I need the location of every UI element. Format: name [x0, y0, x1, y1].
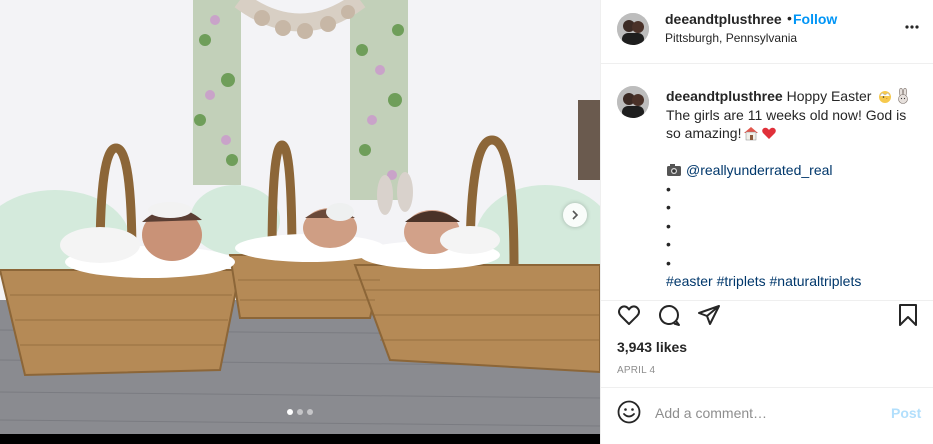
post-comment-button[interactable]: Post [891, 405, 921, 421]
comment-icon[interactable] [657, 303, 681, 327]
heart-like-icon[interactable] [617, 303, 641, 327]
house-icon [744, 127, 759, 141]
photo-bottom-edge [0, 434, 600, 444]
post-photo[interactable] [0, 0, 600, 434]
post-location[interactable]: Pittsburgh, Pennsylvania [665, 31, 797, 45]
carousel-dot [307, 409, 313, 415]
more-options-icon[interactable] [904, 23, 920, 31]
caption-line-1: Hoppy Easter [786, 88, 872, 104]
carousel-indicator [0, 409, 600, 415]
share-icon[interactable] [697, 303, 721, 327]
caption-line-3: so amazing! [666, 125, 742, 141]
caption-username[interactable]: deeandtplusthree [666, 88, 783, 104]
hashtag-link[interactable]: #easter [666, 273, 713, 289]
like-count[interactable]: 3,943 likes [617, 339, 687, 355]
caption-line-2: The girls are 11 weeks old now! God is [666, 106, 907, 123]
caption-bullet: • [666, 254, 671, 271]
caption-bullet: • [666, 180, 671, 197]
post-side-panel: deeandtplusthree • Follow Pittsburgh, Pe… [600, 0, 933, 444]
caption-bullet: • [666, 217, 671, 234]
triplets-easter-photo [0, 0, 600, 434]
hashtag-link[interactable]: #triplets [717, 273, 766, 289]
post-date[interactable]: APRIL 4 [617, 365, 655, 376]
photographer-mention[interactable]: @reallyunderrated_real [686, 162, 833, 178]
author-username[interactable]: deeandtplusthree [665, 11, 782, 27]
chick-icon [879, 91, 892, 103]
next-slide-button[interactable] [563, 203, 587, 227]
caption-bullet: • [666, 236, 671, 252]
emoji-picker-icon[interactable] [617, 400, 641, 424]
chevron-right-icon [572, 210, 579, 220]
caption-bullet: • [666, 199, 671, 215]
camera-icon [667, 164, 681, 176]
follow-separator: • [787, 10, 792, 26]
comment-input[interactable] [655, 402, 875, 424]
heart-icon [762, 127, 777, 139]
hashtag-link[interactable]: #naturaltriplets [770, 273, 862, 289]
rabbit-icon [898, 88, 909, 104]
carousel-dot [287, 409, 293, 415]
bookmark-icon[interactable] [896, 303, 920, 327]
caption-text: deeandtplusthree Hoppy Easter The girls … [666, 87, 926, 291]
caption-avatar[interactable] [617, 86, 649, 118]
author-avatar[interactable] [617, 13, 649, 45]
carousel-dot [297, 409, 303, 415]
follow-button[interactable]: Follow [793, 11, 837, 27]
